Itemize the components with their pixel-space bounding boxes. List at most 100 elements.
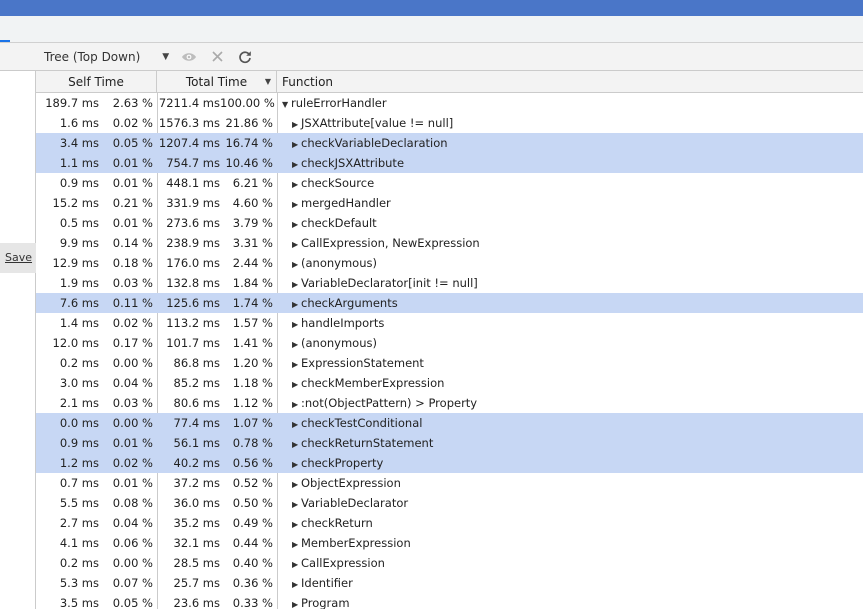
collapsed-triangle-icon[interactable]: ▶ <box>292 395 301 415</box>
save-button[interactable]: Save <box>0 243 36 273</box>
total-time-ms: 176.0 ms <box>166 256 220 270</box>
total-time-ms: 7211.4 ms <box>158 96 220 110</box>
collapsed-triangle-icon[interactable]: ▶ <box>292 115 301 135</box>
function-cell: ▶ (anonymous) <box>292 253 377 273</box>
table-row[interactable]: 1.2 ms 0.02 % 40.2 ms 0.56 % ▶ checkProperty <box>36 453 863 473</box>
self-time-percent: 0.02 % <box>112 316 153 330</box>
self-time-percent: 0.02 % <box>112 116 153 130</box>
self-time-ms: 0.0 ms <box>59 416 99 430</box>
collapsed-triangle-icon[interactable]: ▶ <box>292 435 301 455</box>
dropdown-arrow-icon: ▼ <box>162 51 170 62</box>
collapsed-triangle-icon[interactable]: ▶ <box>292 455 301 475</box>
table-row[interactable]: 1.4 ms 0.02 % 113.2 ms 1.57 % ▶ handleImports <box>36 313 863 333</box>
table-row[interactable]: 7.6 ms 0.11 % 125.6 ms 1.74 % ▶ checkArgument… <box>36 293 863 313</box>
self-time-percent: 0.07 % <box>112 576 153 590</box>
table-row[interactable]: 12.0 ms 0.17 % 101.7 ms 1.41 % ▶ (anonymous) <box>36 333 863 353</box>
function-cell: ▶ checkSource <box>292 173 374 193</box>
self-time-ms: 12.0 ms <box>52 336 99 350</box>
table-row[interactable]: 0.5 ms 0.01 % 273.6 ms 3.79 % ▶ checkDefault <box>36 213 863 233</box>
table-row[interactable]: 9.9 ms 0.14 % 238.9 ms 3.31 % ▶ CallExpressio… <box>36 233 863 253</box>
total-time-percent: 10.46 % <box>225 156 273 170</box>
reload-icon[interactable] <box>237 49 253 65</box>
self-time-percent: 0.05 % <box>112 136 153 150</box>
collapsed-triangle-icon[interactable]: ▶ <box>292 235 301 255</box>
collapsed-triangle-icon[interactable]: ▶ <box>292 355 301 375</box>
table-row[interactable]: 0.7 ms 0.01 % 37.2 ms 0.52 % ▶ ObjectExpressi… <box>36 473 863 493</box>
table-row[interactable]: 2.7 ms 0.04 % 35.2 ms 0.49 % ▶ checkReturn <box>36 513 863 533</box>
table-row[interactable]: 1.6 ms 0.02 % 1576.3 ms 21.86 % ▶ JSXAttribut… <box>36 113 863 133</box>
panel-tab-bar <box>0 16 863 43</box>
collapsed-triangle-icon[interactable]: ▶ <box>292 535 301 555</box>
collapsed-triangle-icon[interactable]: ▶ <box>292 215 301 235</box>
total-time-percent: 0.40 % <box>232 556 273 570</box>
function-cell: ▶ checkProperty <box>292 453 383 473</box>
header-function[interactable]: Function <box>277 71 333 93</box>
collapsed-triangle-icon[interactable]: ▶ <box>292 135 301 155</box>
function-name: CallExpression, NewExpression <box>301 236 480 250</box>
table-row[interactable]: 189.7 ms 2.63 % 7211.4 ms 100.00 % ▼ ruleErro… <box>36 93 863 113</box>
table-row[interactable]: 3.0 ms 0.04 % 85.2 ms 1.18 % ▶ checkMemberExp… <box>36 373 863 393</box>
function-cell: ▶ checkArguments <box>292 293 398 313</box>
collapsed-triangle-icon[interactable]: ▶ <box>292 275 301 295</box>
eye-icon[interactable] <box>181 49 197 65</box>
function-cell: ▶ CallExpression <box>292 553 385 573</box>
collapsed-triangle-icon[interactable]: ▶ <box>292 475 301 495</box>
table-row[interactable]: 15.2 ms 0.21 % 331.9 ms 4.60 % ▶ mergedHandle… <box>36 193 863 213</box>
expanded-triangle-icon[interactable]: ▼ <box>282 95 291 115</box>
table-row[interactable]: 0.9 ms 0.01 % 448.1 ms 6.21 % ▶ checkSource <box>36 173 863 193</box>
self-time-percent: 0.03 % <box>112 396 153 410</box>
collapsed-triangle-icon[interactable]: ▶ <box>292 155 301 175</box>
header-self-time[interactable]: Self Time <box>36 71 157 93</box>
function-name: (anonymous) <box>301 256 377 270</box>
collapsed-triangle-icon[interactable]: ▶ <box>292 415 301 435</box>
function-name: mergedHandler <box>301 196 391 210</box>
table-row[interactable]: 4.1 ms 0.06 % 32.1 ms 0.44 % ▶ MemberExpressi… <box>36 533 863 553</box>
close-icon[interactable] <box>209 49 225 65</box>
table-row[interactable]: 0.2 ms 0.00 % 86.8 ms 1.20 % ▶ ExpressionStat… <box>36 353 863 373</box>
function-name: handleImports <box>301 316 385 330</box>
total-time-percent: 0.49 % <box>232 516 273 530</box>
collapsed-triangle-icon[interactable]: ▶ <box>292 195 301 215</box>
collapsed-triangle-icon[interactable]: ▶ <box>292 575 301 595</box>
table-row[interactable]: 1.9 ms 0.03 % 132.8 ms 1.84 % ▶ VariableDecla… <box>36 273 863 293</box>
table-row[interactable]: 1.1 ms 0.01 % 754.7 ms 10.46 % ▶ checkJSXAttr… <box>36 153 863 173</box>
header-total-time[interactable]: Total Time ▼ <box>157 71 277 93</box>
header-total-time-label: Total Time <box>185 75 248 89</box>
self-time-percent: 0.18 % <box>112 256 153 270</box>
collapsed-triangle-icon[interactable]: ▶ <box>292 255 301 275</box>
function-name: ObjectExpression <box>301 476 401 490</box>
table-row[interactable]: 5.5 ms 0.08 % 36.0 ms 0.50 % ▶ VariableDeclar… <box>36 493 863 513</box>
table-row[interactable]: 5.3 ms 0.07 % 25.7 ms 0.36 % ▶ Identifier <box>36 573 863 593</box>
table-row[interactable]: 0.2 ms 0.00 % 28.5 ms 0.40 % ▶ CallExpression <box>36 553 863 573</box>
collapsed-triangle-icon[interactable]: ▶ <box>292 515 301 535</box>
collapsed-triangle-icon[interactable]: ▶ <box>292 555 301 575</box>
total-time-ms: 40.2 ms <box>173 456 220 470</box>
collapsed-triangle-icon[interactable]: ▶ <box>292 595 301 609</box>
function-name: checkArguments <box>301 296 398 310</box>
collapsed-triangle-icon[interactable]: ▶ <box>292 175 301 195</box>
self-time-ms: 1.2 ms <box>59 456 99 470</box>
total-time-ms: 754.7 ms <box>166 156 220 170</box>
table-row[interactable]: 2.1 ms 0.03 % 80.6 ms 1.12 % ▶:not(ObjectPat… <box>36 393 863 413</box>
table-row[interactable]: 0.0 ms 0.00 % 77.4 ms 1.07 % ▶ checkTestCondi… <box>36 413 863 433</box>
self-time-percent: 0.01 % <box>112 436 153 450</box>
function-cell: ▶ JSXAttribute[value != null] <box>292 113 453 133</box>
function-cell: ▶ MemberExpression <box>292 533 411 553</box>
call-tree-table: 189.7 ms 2.63 % 7211.4 ms 100.00 % ▼ ruleErro… <box>36 93 863 609</box>
table-row[interactable]: 12.9 ms 0.18 % 176.0 ms 2.44 % ▶ (anonymous) <box>36 253 863 273</box>
collapsed-triangle-icon[interactable]: ▶ <box>292 375 301 395</box>
total-time-percent: 1.57 % <box>232 316 273 330</box>
total-time-ms: 113.2 ms <box>166 316 220 330</box>
function-name: Program <box>301 596 350 609</box>
collapsed-triangle-icon[interactable]: ▶ <box>292 295 301 315</box>
collapsed-triangle-icon[interactable]: ▶ <box>292 315 301 335</box>
table-row[interactable]: 3.5 ms 0.05 % 23.6 ms 0.33 % ▶ Program <box>36 593 863 609</box>
collapsed-triangle-icon[interactable]: ▶ <box>292 495 301 515</box>
function-cell: ▶ Program <box>292 593 350 609</box>
table-row[interactable]: 3.4 ms 0.05 % 1207.4 ms 16.74 % ▶ checkVariab… <box>36 133 863 153</box>
table-row[interactable]: 0.9 ms 0.01 % 56.1 ms 0.78 % ▶ checkReturnSta… <box>36 433 863 453</box>
view-mode-select[interactable]: Tree (Top Down) ▼ <box>36 50 169 64</box>
collapsed-triangle-icon[interactable]: ▶ <box>292 335 301 355</box>
self-time-ms: 5.3 ms <box>59 576 99 590</box>
function-cell: ▶ ObjectExpression <box>292 473 401 493</box>
